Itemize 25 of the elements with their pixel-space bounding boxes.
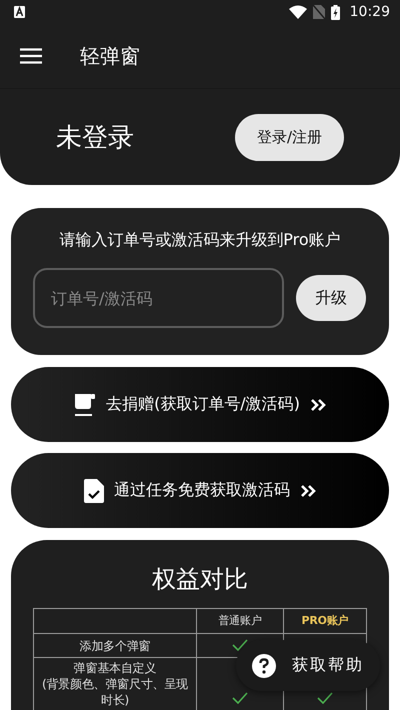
help-button[interactable]: 获取帮助 [236,640,380,691]
app-notification-icon [14,6,25,18]
login-button[interactable]: 登录/注册 [235,114,344,160]
battery-charging-icon [330,4,340,20]
column-header: 普通账户 [196,608,284,634]
double-chevron-icon [300,484,316,498]
login-status: 未登录 [56,122,135,154]
status-time: 10:29 [350,4,390,20]
comparison-title: 权益对比 [151,564,249,595]
app-title: 轻弹窗 [80,42,140,70]
feature-cell: 弹窗基本自定义 (背景颜色、弹窗尺寸、呈现时长) [34,658,196,710]
column-header: PRO账户 [284,608,366,634]
menu-icon[interactable] [20,48,42,64]
donate-button[interactable]: 去捐赠(获取订单号/激活码) [11,367,389,442]
double-chevron-icon [310,398,326,412]
order-code-field[interactable]: 订单号/激活码 [33,268,284,328]
task-button[interactable]: 通过任务免费获取激活码 [11,453,389,528]
no-sim-icon [312,5,325,19]
wifi-icon [288,5,307,19]
upgrade-prompt: 请输入订单号或激活码来升级到Pro账户 [58,230,342,251]
upgrade-button[interactable]: 升级 [296,275,366,321]
document-check-icon [84,478,104,502]
cup-icon [74,392,96,416]
help-icon [252,654,276,678]
feature-cell: 添加多个弹窗 [34,634,196,658]
